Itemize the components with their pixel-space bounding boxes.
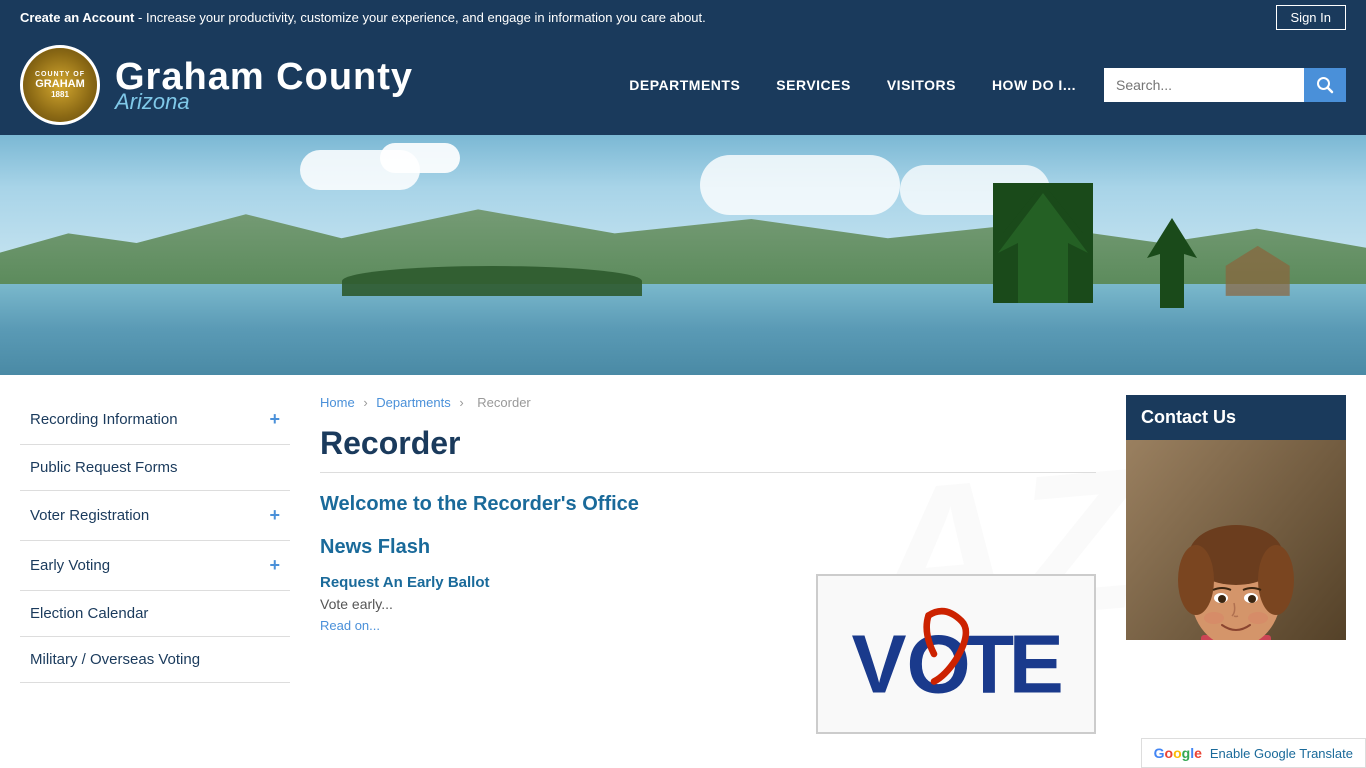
cloud-2 [380,143,460,173]
news-item-read-more[interactable]: Read on... [320,618,380,633]
sidebar: Recording Information + Public Request F… [20,395,290,734]
page-title: Recorder [320,425,1096,473]
search-icon [1316,76,1334,94]
news-item-title: Request An Early Ballot [320,574,796,591]
sidebar-item-label: Public Request Forms [30,459,178,476]
content-left: Request An Early Ballot Vote early... Re… [320,574,796,734]
nav-services[interactable]: SERVICES [758,67,869,103]
sidebar-item-label: Voter Registration [30,507,149,524]
sidebar-item-label: Military / Overseas Voting [30,651,200,668]
hero-image [0,135,1366,375]
breadcrumb-sep-2: › [459,395,463,410]
logo-inner: COUNTY OF GRAHAM 1881 [23,48,97,122]
search-input[interactable] [1104,69,1304,101]
trees-right-2 [1142,218,1202,308]
nav-how-do-i[interactable]: HOW DO I... [974,67,1094,103]
sidebar-item-election-calendar[interactable]: Election Calendar [20,591,290,637]
expand-icon: + [269,555,280,576]
svg-text:V: V [852,619,907,710]
svg-text:O: O [907,619,971,710]
content-area: Recording Information + Public Request F… [0,375,1366,754]
news-item: Request An Early Ballot Vote early... Re… [320,574,796,633]
breadcrumb-home[interactable]: Home [320,395,355,410]
sidebar-item-public-request-forms[interactable]: Public Request Forms [20,445,290,491]
main-navigation: DEPARTMENTS SERVICES VISITORS HOW DO I..… [611,67,1346,103]
right-sidebar: Contact Us [1126,395,1346,734]
banner-message: Create an Account - Increase your produc… [20,10,1276,25]
sidebar-item-label: Recording Information [30,411,178,428]
banner-description: - Increase your productivity, customize … [138,10,706,25]
welcome-heading: Welcome to the Recorder's Office [320,493,1096,516]
search-button[interactable] [1304,68,1346,102]
vote-box: V O T E [816,574,1096,734]
expand-icon: + [269,409,280,430]
nav-visitors[interactable]: VISITORS [869,67,974,103]
news-flash-heading: News Flash [320,536,1096,559]
sidebar-item-label: Early Voting [30,557,110,574]
vote-graphic: V O T E [836,599,1076,709]
create-account-link[interactable]: Create an Account [20,10,134,25]
main-content: Home › Departments › Recorder AZ Recorde… [310,395,1106,734]
expand-icon: + [269,505,280,526]
trees-right [993,183,1093,303]
nav-departments[interactable]: DEPARTMENTS [611,67,758,103]
content-right: V O T E [816,574,1096,734]
google-logo: Google [1154,745,1202,761]
sidebar-item-voter-registration[interactable]: Voter Registration + [20,491,290,541]
cloud-3 [700,155,900,215]
logo-year: 1881 [51,90,69,99]
content-columns: Request An Early Ballot Vote early... Re… [320,574,1096,734]
contact-person-photo [1126,440,1346,640]
logo-graham-text: GRAHAM [35,78,85,90]
breadcrumb-departments[interactable]: Departments [376,395,450,410]
sidebar-item-recording-information[interactable]: Recording Information + [20,395,290,445]
site-title-sub: Arizona [115,91,413,113]
svg-text:T: T [964,619,1014,710]
sign-in-button[interactable]: Sign In [1276,5,1346,30]
sidebar-item-early-voting[interactable]: Early Voting + [20,541,290,591]
site-title: Graham County Arizona [115,58,413,113]
breadcrumb-sep-1: › [363,395,367,410]
top-banner: Create an Account - Increase your produc… [0,0,1366,35]
site-header: COUNTY OF GRAHAM 1881 Graham County Ariz… [0,35,1366,135]
breadcrumb: Home › Departments › Recorder [320,395,1096,410]
vote-svg: V O T E [836,599,1076,709]
breadcrumb-current: Recorder [477,395,530,410]
vegetation-1 [342,266,642,296]
translate-bar: Google Enable Google Translate [1141,738,1366,768]
svg-text:E: E [1009,619,1064,710]
enable-translate-button[interactable]: Enable Google Translate [1210,746,1353,761]
site-logo-link[interactable]: COUNTY OF GRAHAM 1881 Graham County Ariz… [20,45,413,125]
contact-us-title: Contact Us [1126,395,1346,440]
logo-county-text: COUNTY OF [35,71,85,78]
sidebar-item-label: Election Calendar [30,605,148,622]
news-item-text: Vote early... [320,596,796,612]
contact-photo [1126,440,1346,640]
search-area [1104,68,1346,102]
logo-circle: COUNTY OF GRAHAM 1881 [20,45,100,125]
sidebar-item-military-overseas[interactable]: Military / Overseas Voting [20,637,290,683]
